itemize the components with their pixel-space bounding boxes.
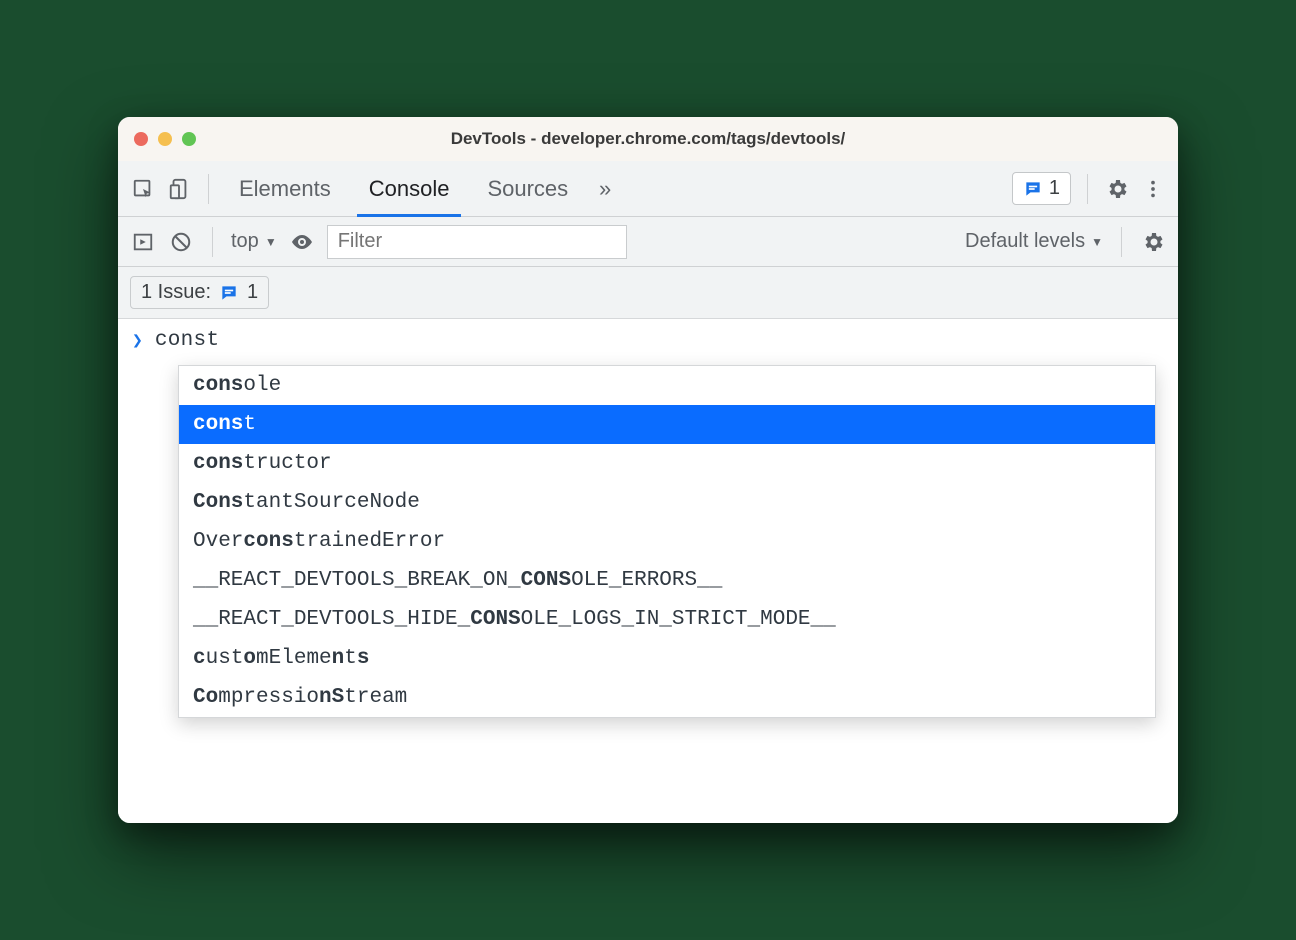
issues-pill[interactable]: 1 Issue: 1 — [130, 276, 269, 309]
issues-badge-button[interactable]: 1 — [1012, 172, 1071, 205]
prompt-chevron-icon: ❯ — [132, 330, 143, 352]
chevron-down-icon: ▼ — [265, 235, 277, 249]
issues-label: 1 Issue: — [141, 281, 211, 304]
kebab-menu-icon[interactable] — [1140, 176, 1166, 202]
window-title: DevTools - developer.chrome.com/tags/dev… — [118, 129, 1178, 149]
autocomplete-popup: consoleconstconstructorConstantSourceNod… — [178, 365, 1156, 718]
window-maximize-button[interactable] — [182, 132, 196, 146]
device-toolbar-icon[interactable] — [166, 176, 192, 202]
chevron-down-icon: ▼ — [1091, 235, 1103, 249]
autocomplete-item[interactable]: console — [179, 366, 1155, 405]
tab-console[interactable]: Console — [355, 161, 464, 216]
context-label: top — [231, 230, 259, 253]
settings-icon[interactable] — [1104, 176, 1130, 202]
separator — [212, 227, 213, 257]
inspect-element-icon[interactable] — [130, 176, 156, 202]
filter-input[interactable] — [327, 225, 627, 259]
more-tabs-icon[interactable]: » — [592, 176, 618, 202]
autocomplete-item[interactable]: ConstantSourceNode — [179, 483, 1155, 522]
window-minimize-button[interactable] — [158, 132, 172, 146]
console-toolbar: top ▼ Default levels ▼ — [118, 217, 1178, 267]
autocomplete-item[interactable]: constructor — [179, 444, 1155, 483]
issues-count: 1 — [1049, 177, 1060, 200]
separator — [1121, 227, 1122, 257]
clear-console-icon[interactable] — [168, 229, 194, 255]
window-close-button[interactable] — [134, 132, 148, 146]
traffic-lights — [134, 132, 196, 146]
separator — [208, 174, 209, 204]
speech-bubble-icon — [219, 283, 239, 303]
autocomplete-item[interactable]: OverconstrainedError — [179, 522, 1155, 561]
main-toolbar: Elements Console Sources » 1 — [118, 161, 1178, 217]
issues-row: 1 Issue: 1 — [118, 267, 1178, 319]
autocomplete-item[interactable]: __REACT_DEVTOOLS_HIDE_CONSOLE_LOGS_IN_ST… — [179, 600, 1155, 639]
live-expression-icon[interactable] — [289, 229, 315, 255]
tab-sources[interactable]: Sources — [473, 161, 582, 216]
autocomplete-item[interactable]: customElements — [179, 639, 1155, 678]
console-prompt[interactable]: ❯ const — [118, 319, 1178, 362]
tab-elements[interactable]: Elements — [225, 161, 345, 216]
levels-label: Default levels — [965, 230, 1085, 253]
devtools-window: DevTools - developer.chrome.com/tags/dev… — [118, 117, 1178, 823]
autocomplete-item[interactable]: __REACT_DEVTOOLS_BREAK_ON_CONSOLE_ERRORS… — [179, 561, 1155, 600]
log-levels-select[interactable]: Default levels ▼ — [965, 230, 1103, 253]
separator — [1087, 174, 1088, 204]
autocomplete-item[interactable]: const — [179, 405, 1155, 444]
titlebar: DevTools - developer.chrome.com/tags/dev… — [118, 117, 1178, 161]
issues-count: 1 — [247, 281, 258, 304]
console-settings-icon[interactable] — [1140, 229, 1166, 255]
typed-input: const — [155, 329, 220, 352]
show-drawer-icon[interactable] — [130, 229, 156, 255]
console-body: ❯ const consoleconstconstructorConstantS… — [118, 319, 1178, 823]
autocomplete-item[interactable]: CompressionStream — [179, 678, 1155, 717]
speech-bubble-icon — [1023, 179, 1043, 199]
context-select[interactable]: top ▼ — [231, 230, 277, 253]
